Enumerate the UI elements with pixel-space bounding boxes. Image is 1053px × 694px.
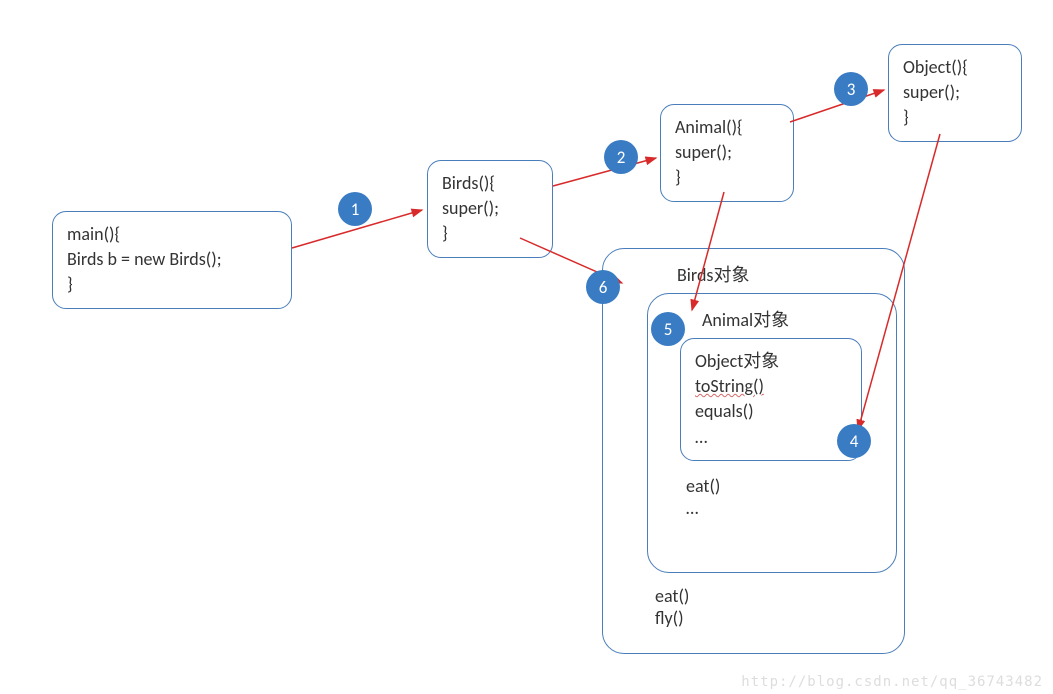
step-5-badge: 5 xyxy=(651,312,685,346)
box-animal: Animal(){ super(); } xyxy=(660,104,794,202)
birds-obj-label: Birds对象 xyxy=(617,261,890,287)
step-4-badge: 4 xyxy=(837,424,871,458)
animal-line1: Animal(){ xyxy=(675,115,779,140)
animal-line3: } xyxy=(675,165,779,190)
object-method-equals: equals() xyxy=(695,399,847,424)
object-object-container: Object对象 toString() equals() … xyxy=(680,338,862,461)
animal-method-eat: eat() xyxy=(686,475,882,497)
birds-method-fly: fly() xyxy=(655,607,890,629)
object-obj-label: Object对象 xyxy=(695,349,847,374)
watermark: http://blog.csdn.net/qq_36743482 xyxy=(741,674,1043,690)
animal-obj-label: Animal对象 xyxy=(662,306,882,332)
animal-method-more: … xyxy=(686,497,882,519)
object-line1: Object(){ xyxy=(903,55,1007,80)
birds-method-eat: eat() xyxy=(655,585,890,607)
object-method-tostring: toString() xyxy=(695,374,847,399)
step-3-badge: 3 xyxy=(834,72,868,106)
step-6-badge: 6 xyxy=(586,270,620,304)
step-2-badge: 2 xyxy=(604,140,638,174)
animal-line2: super(); xyxy=(675,140,779,165)
box-main: main(){ Birds b = new Birds(); } xyxy=(52,211,292,309)
birds-line2: super(); xyxy=(442,196,538,221)
object-line3: } xyxy=(903,105,1007,130)
main-line1: main(){ xyxy=(67,222,277,247)
main-line3: } xyxy=(67,272,277,297)
object-method-more: … xyxy=(695,425,847,450)
main-line2: Birds b = new Birds(); xyxy=(67,247,277,272)
box-object: Object(){ super(); } xyxy=(888,44,1022,142)
birds-line1: Birds(){ xyxy=(442,171,538,196)
birds-line3: } xyxy=(442,221,538,246)
box-birds: Birds(){ super(); } xyxy=(427,160,553,258)
object-line2: super(); xyxy=(903,80,1007,105)
step-1-badge: 1 xyxy=(338,192,372,226)
